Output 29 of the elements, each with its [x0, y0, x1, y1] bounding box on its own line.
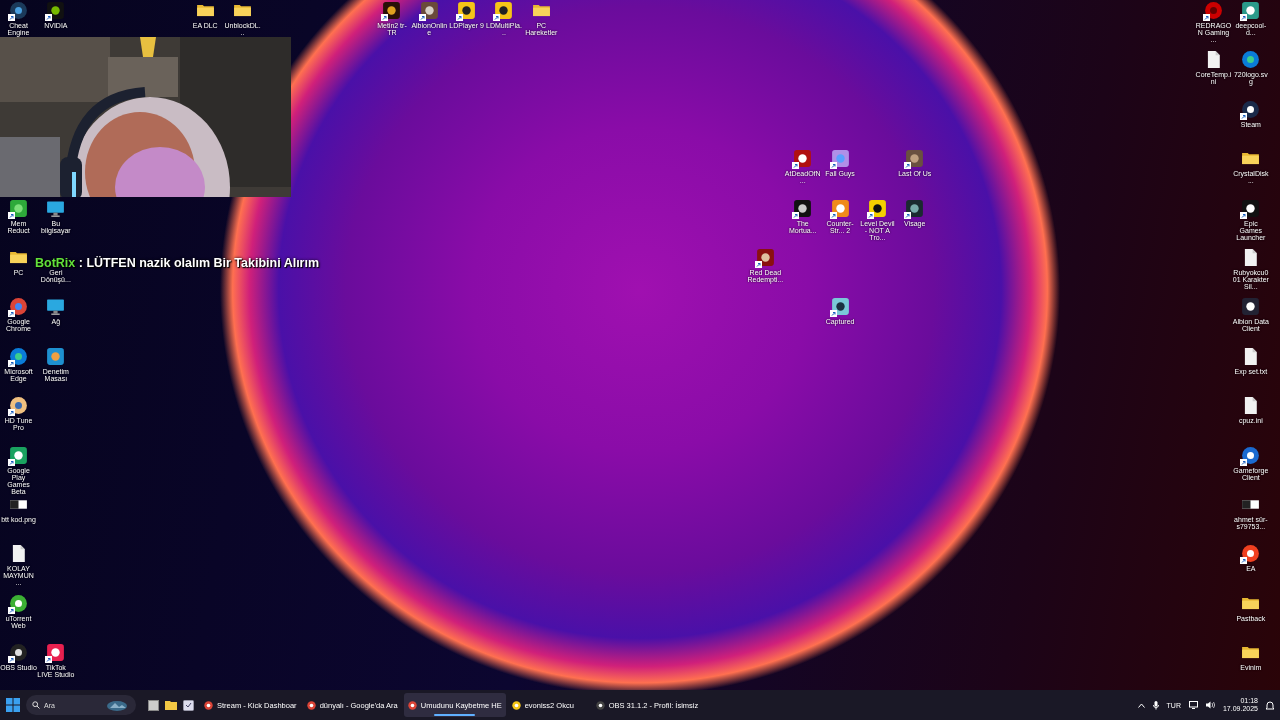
round-logo-icon [8, 345, 29, 367]
round-logo-icon [595, 700, 605, 710]
round-logo-icon [8, 0, 29, 21]
folder-icon[interactable] [165, 700, 177, 710]
round-logo-icon [1240, 444, 1262, 466]
network-icon[interactable] [1188, 701, 1198, 709]
landscape-icon [106, 699, 128, 711]
speaker-icon[interactable] [1205, 701, 1215, 709]
microphone-icon[interactable] [1152, 700, 1159, 710]
round-logo-icon [306, 700, 316, 710]
chat-username: BotRix [35, 256, 76, 270]
chevron-up-icon[interactable] [1137, 702, 1145, 708]
notification-bell-icon[interactable] [1266, 700, 1274, 710]
round-logo-icon [8, 395, 29, 417]
app-tile-icon [1240, 296, 1262, 318]
round-logo-icon [1240, 98, 1262, 120]
round-logo-icon [1240, 543, 1262, 565]
round-logo-icon [407, 700, 417, 710]
task-view-icon[interactable] [148, 699, 159, 711]
round-logo-icon [1240, 49, 1262, 71]
round-logo-icon [8, 642, 29, 664]
round-logo-icon [8, 592, 29, 614]
round-logo-icon [1203, 0, 1224, 21]
round-logo-icon [204, 700, 213, 710]
start-icon[interactable] [6, 698, 20, 712]
round-logo-icon [8, 296, 29, 318]
window-app-icon[interactable] [183, 699, 194, 711]
round-logo-icon [511, 700, 521, 710]
search-icon [32, 701, 40, 709]
